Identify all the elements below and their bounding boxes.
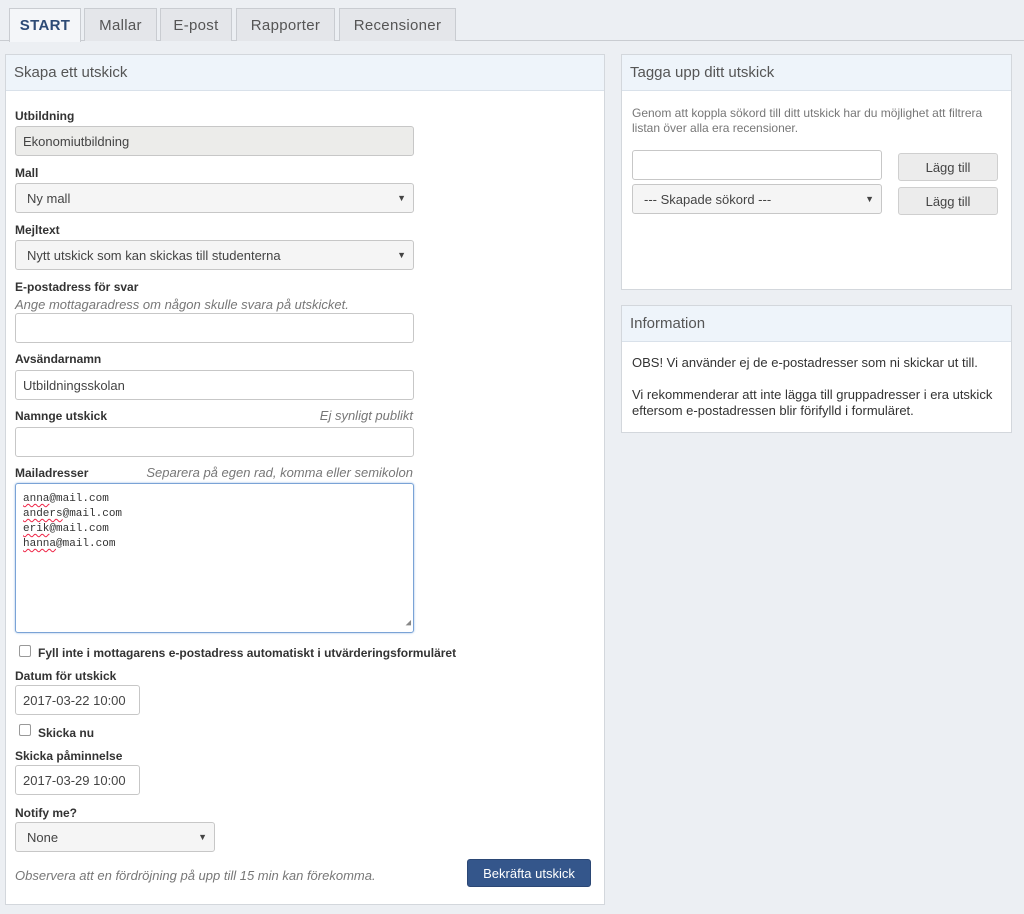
mejltext-select[interactable]: Nytt utskick som kan skickas till studen… [15, 240, 414, 270]
reply-address-hint: Ange mottagaradress om någon skulle svar… [15, 297, 349, 312]
info-paragraph-1: OBS! Vi använder ej de e-postadresser so… [632, 355, 978, 370]
notify-label: Notify me? [15, 806, 78, 820]
confirm-mailing-button[interactable]: Bekräfta utskick [467, 859, 591, 887]
tab-start[interactable]: START [9, 8, 81, 42]
tab-e-post[interactable]: E-post [160, 8, 232, 41]
existing-tags-select[interactable]: --- Skapade sökord --- ▼ [632, 184, 882, 214]
sender-name-input[interactable]: Utbildningsskolan [15, 370, 414, 400]
caret-down-icon: ▼ [397, 250, 406, 260]
mailing-name-input[interactable] [15, 427, 414, 457]
info-paragraph-2: Vi rekommenderar att inte lägga till gru… [632, 387, 993, 418]
mailing-name-hint: Ej synligt publikt [319, 408, 413, 423]
reply-address-input[interactable] [15, 313, 414, 343]
add-tag-button[interactable]: Lägg till [898, 153, 998, 181]
autofill-label: Fyll inte i mottagarens e-postadress aut… [38, 646, 457, 660]
caret-down-icon: ▼ [397, 193, 406, 203]
tag-description: Genom att koppla sökord till ditt utskic… [632, 106, 983, 135]
mejltext-label: Mejltext [15, 223, 60, 237]
mail-addresses-textarea[interactable]: anna@mail.com anders@mail.com erik@mail.… [15, 483, 414, 633]
address-line: anna@mail.com [23, 492, 406, 507]
mail-addresses-label: Mailadresser [15, 466, 89, 480]
address-user: erik [23, 523, 50, 535]
tab-recensioner[interactable]: Recensioner [339, 8, 456, 41]
utbildning-label: Utbildning [15, 109, 75, 123]
mall-select-value: Ny mall [27, 190, 71, 206]
tab-bar: START Mallar E-post Rapporter Recensione… [0, 0, 1024, 42]
address-line: hanna@mail.com [23, 537, 406, 552]
sender-name-label: Avsändarnamn [15, 352, 102, 366]
reminder-input[interactable]: 2017-03-29 10:00 [15, 765, 140, 795]
address-user: anders [23, 508, 63, 520]
add-existing-tag-button[interactable]: Lägg till [898, 187, 998, 215]
tag-panel-title: Tagga upp ditt utskick [622, 55, 1011, 91]
send-date-label: Datum för utskick [15, 669, 117, 683]
address-domain: @mail.com [56, 538, 116, 550]
reminder-label: Skicka påminnelse [15, 749, 123, 763]
mall-select[interactable]: Ny mall ▼ [15, 183, 414, 213]
address-domain: @mail.com [49, 523, 109, 535]
notify-select-value: None [27, 829, 59, 845]
tag-input[interactable] [632, 150, 882, 180]
utbildning-field: Ekonomiutbildning [15, 126, 414, 156]
panel-title: Skapa ett utskick [6, 55, 604, 91]
information-panel-title: Information [622, 306, 1011, 342]
mailing-name-label: Namnge utskick [15, 409, 108, 423]
autofill-checkbox[interactable] [19, 645, 31, 657]
delay-note: Observera att en fördröjning på upp till… [15, 868, 376, 883]
send-now-checkbox[interactable] [19, 724, 31, 736]
address-user: hanna [23, 538, 57, 550]
send-date-input[interactable]: 2017-03-22 10:00 [15, 685, 140, 715]
reply-address-label: E-postadress för svar [15, 280, 139, 294]
resize-handle-icon[interactable]: ◢ [406, 616, 411, 631]
mail-addresses-hint: Separera på egen rad, komma eller semiko… [146, 465, 413, 480]
address-line: anders@mail.com [23, 507, 406, 522]
send-now-label: Skicka nu [38, 726, 95, 740]
tab-rapporter[interactable]: Rapporter [236, 8, 335, 41]
address-user: anna [23, 493, 50, 505]
existing-tags-select-value: --- Skapade sökord --- [644, 191, 772, 207]
tab-mallar[interactable]: Mallar [84, 8, 157, 41]
mall-label: Mall [15, 166, 39, 180]
address-line: erik@mail.com [23, 522, 406, 537]
mejltext-select-value: Nytt utskick som kan skickas till studen… [27, 247, 281, 263]
caret-down-icon: ▼ [865, 194, 874, 204]
address-domain: @mail.com [49, 493, 109, 505]
caret-down-icon: ▼ [198, 832, 207, 842]
address-domain: @mail.com [62, 508, 123, 520]
notify-select[interactable]: None ▼ [15, 822, 215, 852]
